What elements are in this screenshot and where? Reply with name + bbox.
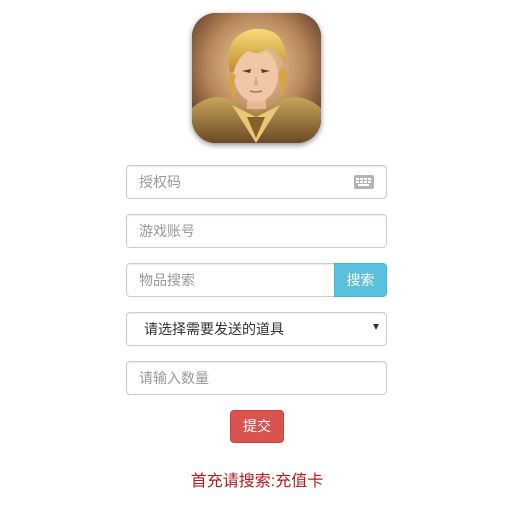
item-select[interactable]: 请选择需要发送的道具	[126, 312, 387, 346]
search-button[interactable]: 搜索	[334, 263, 387, 297]
auth-code-field[interactable]	[126, 165, 387, 199]
chevron-down-icon	[373, 324, 379, 330]
item-search-input[interactable]	[127, 264, 334, 296]
keyboard-icon[interactable]	[354, 175, 374, 189]
quantity-field[interactable]	[126, 361, 387, 395]
page: 搜索 请选择需要发送的道具 提交 首充请搜索:充值卡	[0, 0, 518, 518]
auth-code-input[interactable]	[127, 166, 386, 198]
game-account-input[interactable]	[127, 215, 386, 247]
hero-avatar-image	[192, 13, 321, 143]
game-account-field[interactable]	[126, 214, 387, 248]
avatar-illustration	[192, 13, 321, 143]
submit-button[interactable]: 提交	[230, 410, 284, 443]
recharge-hint: 首充请搜索:充值卡	[190, 473, 324, 490]
item-search-field[interactable]	[126, 263, 335, 297]
item-select-value: 请选择需要发送的道具	[144, 321, 284, 337]
quantity-input[interactable]	[127, 362, 386, 394]
